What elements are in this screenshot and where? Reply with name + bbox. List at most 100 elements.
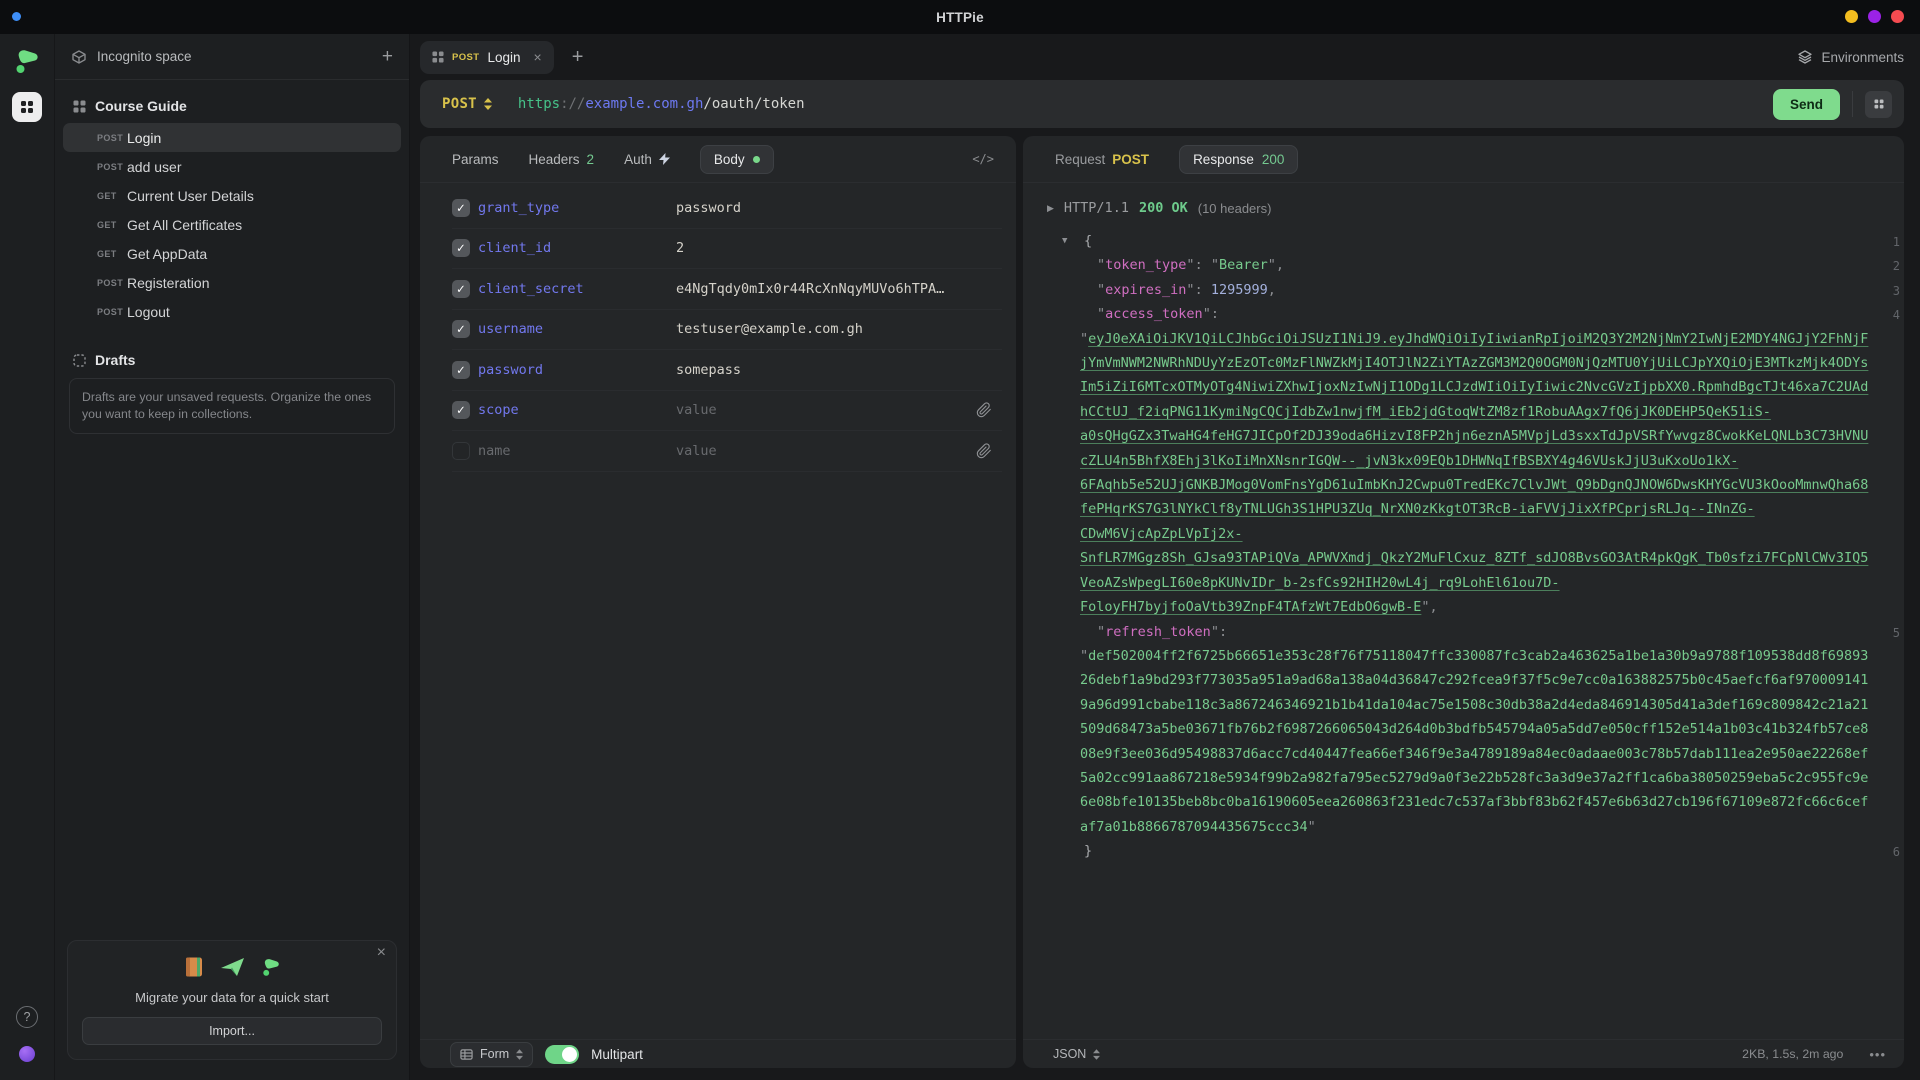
sort-arrows-icon (484, 98, 492, 110)
tab-title: Login (487, 50, 520, 65)
multipart-toggle[interactable] (545, 1045, 579, 1064)
sidebar-item-current-user-details[interactable]: GETCurrent User Details (63, 181, 401, 210)
close-icon[interactable]: × (377, 944, 386, 962)
row-checkbox[interactable] (452, 442, 470, 460)
method-label: POST (97, 162, 127, 172)
form-row: ✓ grant_typepassword (452, 188, 1002, 229)
request-footer: Form Multipart (420, 1039, 1016, 1068)
notebook-icon (182, 955, 206, 979)
row-checkbox[interactable]: ✓ (452, 361, 470, 379)
request-name: Registeration (127, 275, 210, 291)
method-label: POST (97, 133, 127, 143)
sidebar-item-add-user[interactable]: POSTadd user (63, 152, 401, 181)
row-checkbox[interactable]: ✓ (452, 239, 470, 257)
line-number: 3 (1880, 279, 1900, 303)
close-traffic-light[interactable] (1891, 10, 1904, 23)
send-button[interactable]: Send (1773, 89, 1840, 120)
format-select[interactable]: JSON (1053, 1047, 1100, 1061)
sidebar-item-get-all-certificates[interactable]: GETGet All Certificates (63, 210, 401, 239)
tab-request[interactable]: Request POST (1055, 152, 1149, 167)
update-indicator-dot[interactable] (12, 12, 21, 21)
drafts-section[interactable]: Drafts (63, 344, 401, 376)
field-value[interactable]: value (676, 402, 968, 418)
request-name: Current User Details (127, 188, 254, 204)
sidebar-item-registeration[interactable]: POSTRegisteration (63, 268, 401, 297)
paperclip-icon[interactable] (976, 443, 992, 459)
headers-count-badge: 2 (587, 152, 595, 167)
row-checkbox[interactable]: ✓ (452, 199, 470, 217)
add-request-icon[interactable]: + (382, 47, 393, 66)
field-key[interactable]: client_id (478, 240, 676, 256)
tab-body[interactable]: Body (700, 145, 774, 174)
account-avatar[interactable] (19, 1046, 35, 1062)
form-row: ✓ client_secrete4NgTqdy0mIx0r44RcXnNqyMUV… (452, 269, 1002, 310)
collection-course-guide[interactable]: Course Guide (63, 90, 401, 123)
url-input[interactable]: https://example.com.gh/oauth/token (518, 96, 805, 112)
code-view-icon[interactable]: </> (972, 152, 994, 166)
field-key[interactable]: username (478, 321, 676, 337)
field-value[interactable]: value (676, 443, 968, 459)
field-value[interactable]: somepass (676, 362, 992, 378)
status-code-badge: 200 (1262, 152, 1285, 167)
more-options-icon[interactable]: ••• (1869, 1047, 1886, 1062)
line-number: 6 (1880, 840, 1900, 864)
tab-bar: POST Login × + Environments (420, 34, 1904, 80)
maximize-traffic-light[interactable] (1868, 10, 1881, 23)
line-number: 2 (1880, 254, 1900, 278)
drafts-icon (73, 354, 86, 367)
tab-grid-icon (432, 51, 444, 63)
url-bar: POST https://example.com.gh/oauth/token … (420, 80, 1904, 128)
grid-dots-icon (19, 99, 35, 115)
method-value: POST (442, 96, 477, 112)
field-value[interactable]: e4NgTqdy0mIx0r44RcXnNqyMUVo6hTPA… (676, 281, 992, 297)
collapse-arrow-icon[interactable]: ▼ (1062, 229, 1067, 253)
collapse-arrow-icon[interactable]: ▶ (1047, 203, 1054, 214)
tab-login[interactable]: POST Login × (420, 41, 554, 74)
request-name: Get AppData (127, 246, 207, 262)
method-label: GET (97, 220, 127, 230)
field-value[interactable]: 2 (676, 240, 992, 256)
apps-grid-button[interactable] (12, 92, 42, 122)
window-controls (1845, 10, 1904, 23)
paperclip-icon[interactable] (976, 402, 992, 418)
environments-button[interactable]: Environments (1797, 49, 1904, 65)
json-line: "eyJ0eXAiOiJKV1QiLCJhbGciOiJSUzI1NiJ9.ey… (1080, 327, 1870, 620)
line-number: 4 (1880, 303, 1900, 327)
field-key[interactable]: grant_type (478, 200, 676, 216)
httpie-logo-icon (260, 956, 282, 978)
field-key[interactable]: scope (478, 402, 676, 418)
field-value[interactable]: testuser@example.com.gh (676, 321, 992, 337)
line-number: 1 (1880, 230, 1900, 254)
tab-response[interactable]: Response 200 (1179, 145, 1298, 174)
row-checkbox[interactable]: ✓ (452, 320, 470, 338)
field-value[interactable]: password (676, 200, 992, 216)
row-checkbox[interactable]: ✓ (452, 280, 470, 298)
response-json: ▼{1"token_type": "Bearer",2"expires_in":… (1023, 216, 1904, 1039)
json-line: }6 (1080, 839, 1870, 863)
new-tab-button[interactable]: + (572, 46, 584, 69)
space-header[interactable]: Incognito space + (55, 34, 409, 80)
layout-grid-button[interactable] (1865, 91, 1892, 118)
sidebar-item-logout[interactable]: POSTLogout (63, 297, 401, 326)
body-mode-select[interactable]: Form (450, 1042, 533, 1067)
tab-headers[interactable]: Headers2 (529, 152, 595, 167)
sidebar-item-get-appdata[interactable]: GETGet AppData (63, 239, 401, 268)
method-selector[interactable]: POST (442, 96, 492, 112)
help-button[interactable]: ? (16, 1006, 38, 1028)
tab-close-icon[interactable]: × (534, 49, 542, 65)
sort-arrows-icon (1093, 1049, 1100, 1060)
tab-auth[interactable]: Auth (624, 152, 670, 167)
field-key[interactable]: client_secret (478, 281, 676, 297)
status-text: 200 OK (1139, 200, 1188, 216)
response-tabs: Request POST Response 200 (1023, 136, 1904, 183)
migrate-banner: × (67, 940, 397, 1060)
field-key[interactable]: name (478, 443, 676, 459)
tab-params[interactable]: Params (452, 152, 499, 167)
collection-name: Course Guide (95, 98, 187, 114)
body-rows: ✓grant_typepassword✓client_id2✓client_se… (420, 183, 1016, 1039)
row-checkbox[interactable]: ✓ (452, 401, 470, 419)
import-button[interactable]: Import... (82, 1017, 382, 1045)
field-key[interactable]: password (478, 362, 676, 378)
sidebar-item-login[interactable]: POSTLogin (63, 123, 401, 152)
minimize-traffic-light[interactable] (1845, 10, 1858, 23)
